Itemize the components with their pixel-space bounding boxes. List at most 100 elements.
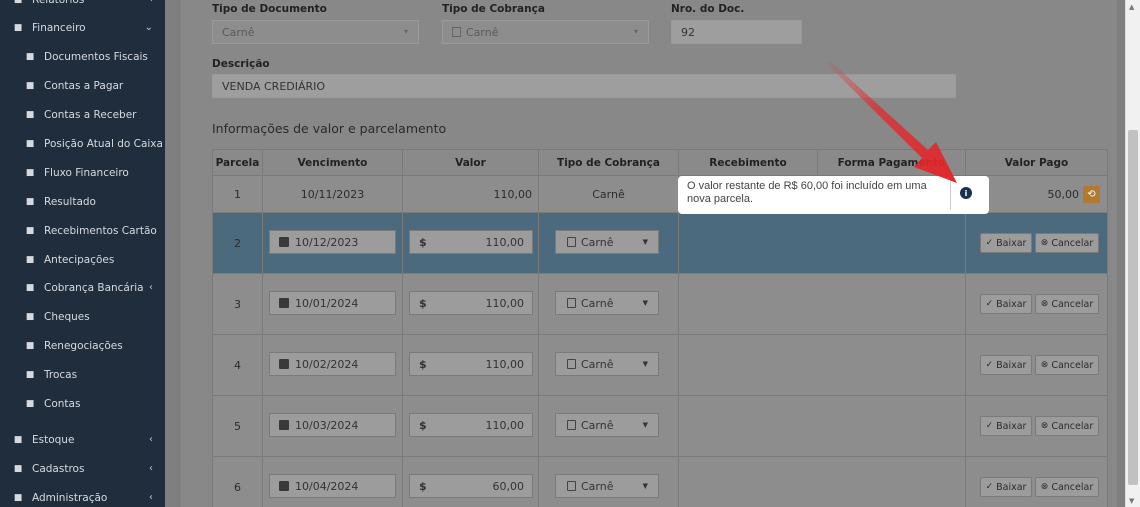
chevron-left-icon: ‹ [149,492,153,503]
scrollbar-thumb[interactable] [1128,130,1138,485]
sidebar-item-17[interactable]: ■ Administração ‹ [0,484,165,507]
vencimento-input[interactable]: 10/12/2023 [269,230,396,254]
descricao-input[interactable]: VENDA CREDIÁRIO [212,74,956,98]
sidebar-item-5[interactable]: ■ Posição Atual do Caixa [0,130,165,158]
cancel-circle-icon: ⊗ [1040,299,1049,309]
baixar-button[interactable]: ✓ Baixar [980,355,1032,375]
table-header: Parcela Vencimento Valor Tipo de Cobranç… [212,149,1108,176]
th-valor-pago: Valor Pago [1004,157,1069,169]
th-vencimento: Vencimento [263,150,403,176]
cancelar-label: Cancelar [1051,237,1094,249]
exchange-icon: ■ [13,435,23,445]
sidebar-item-11[interactable]: ■ Cheques [0,303,165,331]
baixar-label: Baixar [996,298,1027,310]
sidebar-item-6[interactable]: ■ Fluxo Financeiro [0,159,165,187]
sidebar-item-13[interactable]: ■ Trocas [0,361,165,389]
tooltip-divider [950,180,951,210]
tipo-cobranca-select[interactable]: Carnê ▼ [555,474,659,498]
sidebar-item-14[interactable]: ■ Contas [0,390,165,418]
sidebar-item-label: Cadastros [32,463,85,475]
baixar-button[interactable]: ✓ Baixar [980,294,1032,314]
sidebar-item-4[interactable]: ■ Contas a Receber [0,101,165,129]
main-content: Tipo de Documento Carnê ▾ Tipo de Cobran… [165,0,1125,507]
sidebar-item-7[interactable]: ■ Resultado [0,188,165,216]
scrollbar[interactable]: ▲ ▼ [1125,0,1140,507]
vencimento-value: 10/01/2024 [295,296,359,310]
sidebar-item-label: Resultado [44,196,96,208]
info-icon[interactable]: i [960,187,972,199]
copy-icon [567,237,576,247]
cancel-circle-icon: ⊗ [1040,238,1049,248]
baixar-label: Baixar [996,481,1027,493]
baixar-button[interactable]: ✓ Baixar [980,477,1032,497]
tipo-value: Carnê [581,418,614,432]
chevron-left-icon: ‹ [149,463,153,474]
nro-doc-label: Nro. do Doc. [671,3,745,15]
baixar-label: Baixar [996,420,1027,432]
chevron-left-icon: ‹ [149,0,153,5]
caret-down-icon: ▾ [633,27,638,36]
sidebar-item-10[interactable]: ■ Cobrança Bancária ‹ [0,274,165,302]
baixar-button[interactable]: ✓ Baixar [980,416,1032,436]
sidebar-item-9[interactable]: ■ Antecipações [0,246,165,274]
th-forma-pagamento: Forma Pagamento [818,150,966,176]
sidebar-item-label: Recebimentos Cartão [44,225,157,237]
report-icon: ■ [13,0,23,5]
nro-doc-input[interactable]: 92 [671,20,802,44]
cell-parcela: 2 [213,213,263,273]
calendar-icon [279,359,289,369]
check-icon: ✓ [985,421,994,431]
caret-down-icon: ▾ [403,27,408,36]
sidebar-item-2[interactable]: ■ Documentos Fiscais [0,43,165,71]
cell-parcela: 3 [213,274,263,334]
sidebar-item-label: Contas a Receber [44,109,137,121]
copy-icon [567,359,576,369]
tipo-documento-select[interactable]: Carnê ▾ [212,20,419,44]
sidebar-item-16[interactable]: ■ Cadastros ‹ [0,455,165,483]
undo-icon[interactable]: ⟲ [1083,186,1100,203]
cancelar-button[interactable]: ⊗ Cancelar [1035,294,1099,314]
pie-chart-icon: ■ [25,197,35,207]
cancelar-button[interactable]: ⊗ Cancelar [1035,233,1099,253]
chevron-left-icon: ‹ [149,434,153,445]
cancelar-button[interactable]: ⊗ Cancelar [1035,416,1099,436]
tipo-value: Carnê [581,479,614,493]
sidebar-item-3[interactable]: ■ Contas a Pagar [0,72,165,100]
sidebar-item-label: Estoque [32,434,75,446]
tipo-cobranca-label: Tipo de Cobrança [442,3,545,15]
vencimento-input[interactable]: 10/01/2024 [269,291,396,315]
sidebar-item-12[interactable]: ■ Renegociações [0,332,165,360]
copy-icon [567,298,576,308]
sidebar: ■ Relatórios ‹ ■ Financeiro ⌄ ■ Documentos Fisc… [0,0,165,507]
tipo-cobranca-select[interactable]: Carnê ▾ [442,20,649,44]
sidebar-item-0[interactable]: ■ Relatórios ‹ [0,0,165,14]
tipo-cobranca-select[interactable]: Carnê ▼ [555,230,659,254]
dollar-icon: ■ [25,139,35,149]
valor-input[interactable]: $110,00 [409,413,533,437]
tipo-cobranca-select[interactable]: Carnê ▼ [555,413,659,437]
sidebar-item-15[interactable]: ■ Estoque ‹ [0,426,165,454]
sidebar-item-label: Posição Atual do Caixa [44,138,163,150]
sidebar-item-label: Trocas [44,369,78,381]
valor-input[interactable]: $110,00 [409,352,533,376]
cancelar-label: Cancelar [1051,298,1094,310]
vencimento-input[interactable]: 10/02/2024 [269,352,396,376]
chevron-left-icon: ‹ [149,282,153,293]
valor-input[interactable]: $60,00 [409,474,533,498]
scroll-down-icon[interactable]: ▼ [1129,497,1134,505]
vencimento-input[interactable]: 10/04/2024 [269,474,396,498]
vencimento-input[interactable]: 10/03/2024 [269,413,396,437]
baixar-button[interactable]: ✓ Baixar [980,233,1032,253]
scroll-up-icon[interactable]: ▲ [1129,3,1134,11]
sidebar-item-1[interactable]: ■ Financeiro ⌄ [0,14,165,42]
valor-value: 110,00 [485,418,525,432]
sidebar-item-8[interactable]: ■ Recebimentos Cartão [0,217,165,245]
baixar-label: Baixar [996,359,1027,371]
tipo-cobranca-select[interactable]: Carnê ▼ [555,352,659,376]
tipo-cobranca-select[interactable]: Carnê ▼ [555,291,659,315]
valor-input[interactable]: $110,00 [409,230,533,254]
sidebar-item-label: Contas [44,398,81,410]
valor-input[interactable]: $110,00 [409,291,533,315]
cancelar-button[interactable]: ⊗ Cancelar [1035,355,1099,375]
cancelar-button[interactable]: ⊗ Cancelar [1035,477,1099,497]
